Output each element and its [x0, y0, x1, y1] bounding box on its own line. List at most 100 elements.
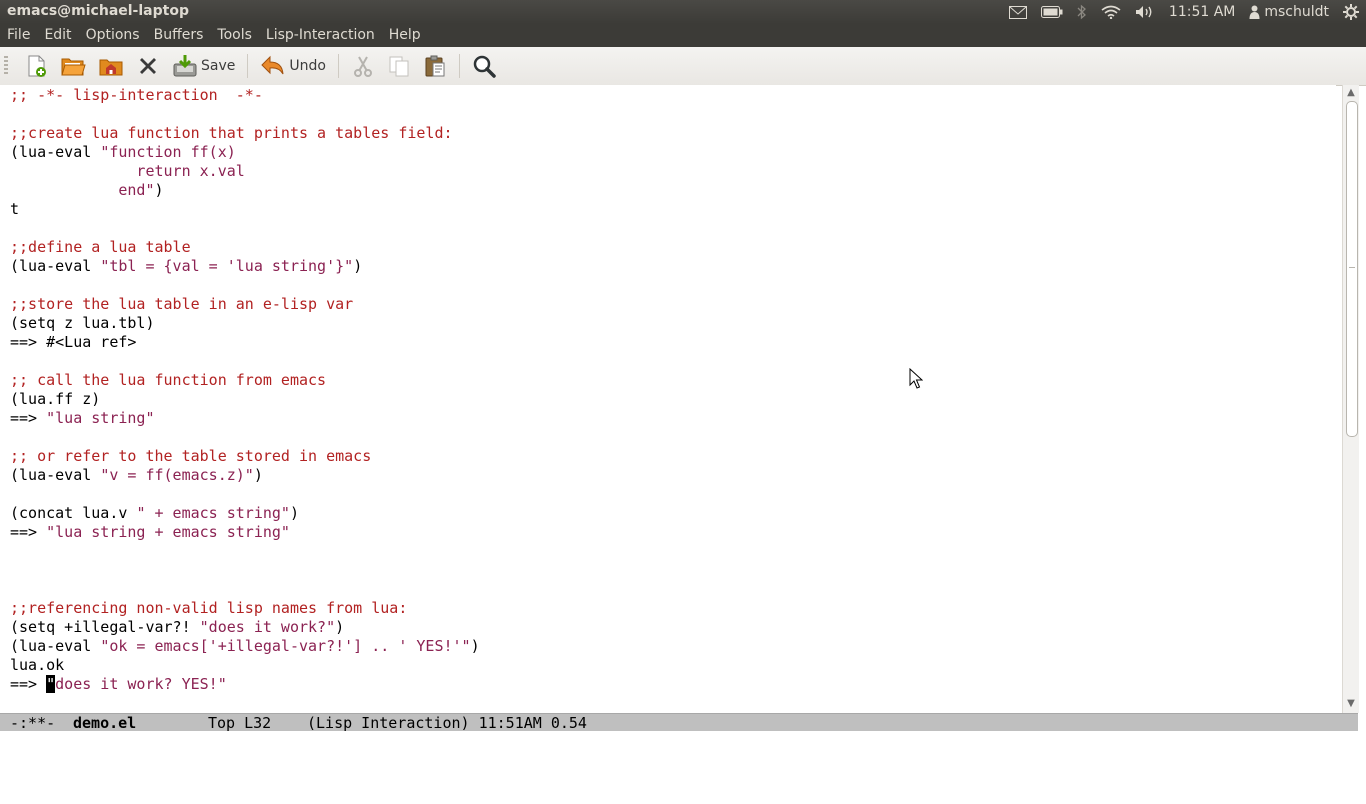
vertical-scrollbar[interactable]: ▲ ▼: [1342, 85, 1359, 713]
menu-edit[interactable]: Edit: [37, 24, 78, 47]
code-token: ): [154, 181, 164, 199]
new-file-button[interactable]: [22, 51, 50, 81]
scroll-up-icon[interactable]: ▲: [1345, 87, 1357, 99]
cut-button[interactable]: [349, 51, 377, 81]
code-token: ==>: [10, 675, 47, 693]
toolbar-grip[interactable]: [4, 56, 8, 76]
menu-tools[interactable]: Tools: [210, 24, 259, 47]
code-token: (setq +illegal-var?!: [10, 618, 200, 636]
clock[interactable]: 11:51 AM: [1169, 4, 1235, 20]
modeline-position: Top L32: [208, 714, 272, 732]
code-token: "does it work?": [199, 618, 336, 636]
code-token: ;; call the lua function from emacs: [10, 371, 327, 389]
modeline-filename[interactable]: demo.el: [73, 714, 136, 732]
buffer-line[interactable]: ;;referencing non-valid lisp names from …: [10, 599, 407, 618]
buffer-line[interactable]: return x.val: [10, 162, 245, 181]
open-directory-button[interactable]: [96, 51, 126, 81]
code-token: end": [10, 181, 155, 199]
code-token: (lua-eval: [10, 466, 101, 484]
menu-options[interactable]: Options: [79, 24, 147, 47]
code-token: (lua-eval: [10, 257, 101, 275]
user-menu[interactable]: mschuldt: [1249, 4, 1329, 20]
buffer-line[interactable]: ;;define a lua table: [10, 238, 191, 257]
code-token: ==> #<Lua ref>: [10, 333, 137, 351]
close-buffer-icon: [136, 54, 160, 78]
menu-lisp-interaction[interactable]: Lisp-Interaction: [259, 24, 382, 47]
code-token: does it work? YES!": [55, 675, 227, 693]
code-token: return x.val: [10, 162, 245, 180]
copy-icon: [387, 54, 411, 78]
buffer-line[interactable]: ;;store the lua table in an e-lisp var: [10, 295, 353, 314]
search-icon: [472, 54, 496, 78]
buffer-line[interactable]: lua.ok: [10, 656, 64, 675]
code-token: (lua.ff z): [10, 390, 101, 408]
battery-icon[interactable]: [1040, 6, 1063, 18]
save-button[interactable]: Save: [170, 51, 237, 81]
save-icon: [172, 54, 198, 78]
buffer-line[interactable]: (lua-eval "ok = emacs['+illegal-var?!'] …: [10, 637, 480, 656]
minibuffer[interactable]: [0, 731, 1366, 768]
mail-icon[interactable]: [1008, 5, 1027, 19]
open-file-button[interactable]: [58, 51, 88, 81]
paste-icon: [423, 54, 447, 78]
code-token: "function ff(x): [100, 143, 236, 161]
code-token: ==>: [10, 409, 47, 427]
scrollbar-thumb[interactable]: [1346, 101, 1358, 437]
buffer-line[interactable]: (lua-eval "function ff(x): [10, 143, 236, 162]
undo-label: Undo: [289, 58, 326, 74]
buffer-line[interactable]: end"): [10, 181, 164, 200]
buffer-line[interactable]: ==> "lua string + emacs string": [10, 523, 290, 542]
system-tray: 11:51 AM mschuldt: [1002, 0, 1366, 24]
buffer-line[interactable]: (setq +illegal-var?! "does it work?"): [10, 618, 344, 637]
user-name: mschuldt: [1264, 4, 1329, 20]
buffer-line[interactable]: ;;create lua function that prints a tabl…: [10, 124, 453, 143]
buffer-line[interactable]: (setq z lua.tbl): [10, 314, 155, 333]
mode-line: -:**- demo.el Top L32 (Lisp Interaction)…: [0, 713, 1358, 732]
buffer-line[interactable]: ;; call the lua function from emacs: [10, 371, 326, 390]
buffer-line[interactable]: t: [10, 200, 19, 219]
paste-button[interactable]: [421, 51, 449, 81]
buffer-line[interactable]: (lua-eval "tbl = {val = 'lua string'}"): [10, 257, 362, 276]
menu-help[interactable]: Help: [382, 24, 428, 47]
buffer-line[interactable]: (lua.ff z): [10, 390, 100, 409]
menu-buffers[interactable]: Buffers: [147, 24, 211, 47]
code-token: (lua-eval: [10, 143, 101, 161]
code-token: ): [253, 466, 263, 484]
code-token: ): [353, 257, 363, 275]
buffer-line[interactable]: (lua-eval "v = ff(emacs.z)"): [10, 466, 263, 485]
menu-file[interactable]: File: [0, 24, 37, 47]
editor-buffer[interactable]: ;; -*- lisp-interaction -*- ;;create lua …: [0, 85, 1336, 713]
code-token: ;;define a lua table: [10, 238, 191, 256]
code-token: "lua string": [46, 409, 155, 427]
buffer-line[interactable]: ;; -*- lisp-interaction -*-: [10, 86, 263, 105]
buffer-line[interactable]: ==> "does it work? YES!": [10, 675, 227, 694]
open-directory-icon: [98, 54, 124, 78]
code-token: (concat lua.v: [10, 504, 137, 522]
menu-bar: File Edit Options Buffers Tools Lisp-Int…: [0, 24, 1366, 47]
volume-icon[interactable]: [1135, 5, 1155, 19]
toolbar-separator: [458, 54, 460, 78]
code-token: " + emacs string": [136, 504, 290, 522]
gear-icon[interactable]: [1343, 4, 1359, 20]
code-token: ;;store the lua table in an e-lisp var: [10, 295, 354, 313]
code-token: ): [335, 618, 345, 636]
save-label: Save: [201, 58, 236, 74]
code-token: "ok = emacs['+illegal-var?!'] .. ' YES!'…: [100, 637, 471, 655]
wifi-icon[interactable]: [1101, 5, 1121, 19]
buffer-line[interactable]: ==> "lua string": [10, 409, 155, 428]
search-button[interactable]: [470, 51, 498, 81]
copy-button[interactable]: [385, 51, 413, 81]
undo-button[interactable]: Undo: [258, 51, 328, 81]
buffer-line[interactable]: ;; or refer to the table stored in emacs: [10, 447, 371, 466]
close-buffer-button[interactable]: [134, 51, 162, 81]
buffer-line[interactable]: (concat lua.v " + emacs string"): [10, 504, 299, 523]
bluetooth-icon[interactable]: [1077, 4, 1087, 20]
code-token: ;;referencing non-valid lisp names from …: [10, 599, 408, 617]
code-token: "v = ff(emacs.z)": [100, 466, 254, 484]
undo-icon: [260, 54, 286, 78]
text-cursor: ": [46, 675, 56, 693]
buffer-line[interactable]: ==> #<Lua ref>: [10, 333, 136, 352]
new-file-icon: [24, 54, 48, 78]
scroll-down-icon[interactable]: ▼: [1345, 698, 1357, 710]
modeline-mode[interactable]: (Lisp Interaction) 11:51AM 0.54: [307, 714, 587, 732]
